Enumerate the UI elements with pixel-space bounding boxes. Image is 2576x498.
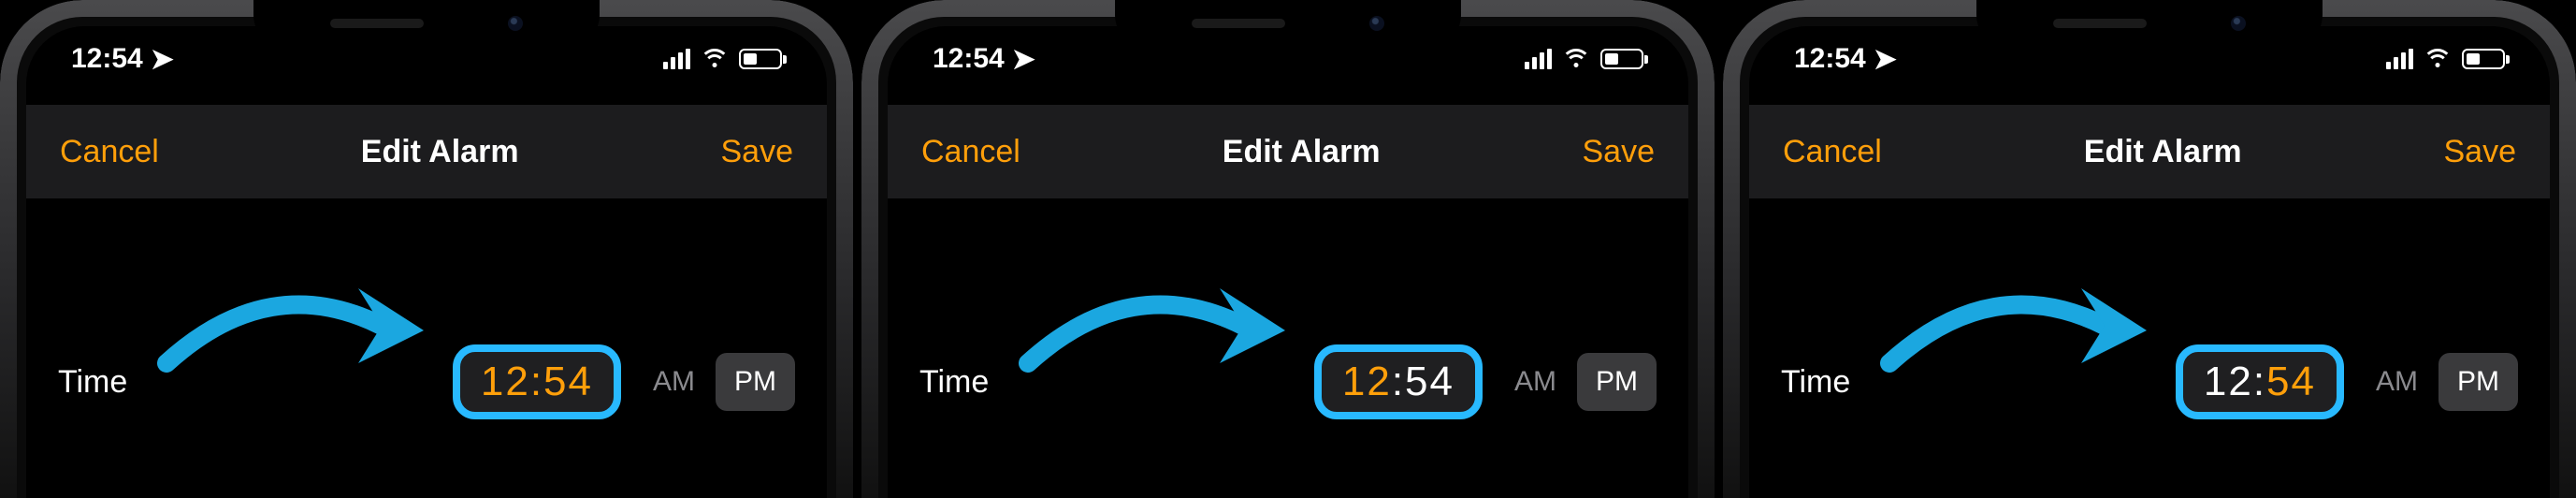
status-left: 12:54 ➤ [933,43,1035,76]
status-right [663,49,782,69]
wifi-icon [1563,49,1589,69]
front-camera [1369,16,1384,31]
save-button[interactable]: Save [1583,134,1656,170]
time-colon: : [1392,361,1405,403]
save-button[interactable]: Save [721,134,794,170]
cancel-button[interactable]: Cancel [1783,134,1882,170]
time-hour[interactable]: 12 [2204,361,2253,403]
time-row: Time 12:54 AM PM [1749,344,2550,419]
notch [1976,0,2323,47]
phone-frame: 12:54 ➤ Cancel Edit Alarm Save Time 12:5… [1723,0,2576,498]
cellular-signal-icon [663,49,690,69]
save-button[interactable]: Save [2444,134,2517,170]
time-picker-field[interactable]: 12:54 [1314,344,1483,419]
front-camera [508,16,523,31]
status-time: 12:54 [1794,43,1866,75]
time-minute[interactable]: 54 [2266,361,2316,403]
status-right [2386,49,2505,69]
notch [253,0,600,47]
nav-bar: Cancel Edit Alarm Save [1749,105,2550,198]
time-label: Time [1781,364,1850,401]
notch [1115,0,1461,47]
cellular-signal-icon [2386,49,2413,69]
pm-option[interactable]: PM [1577,353,1657,411]
status-time: 12:54 [71,43,143,75]
screen: 12:54 ➤ Cancel Edit Alarm Save Time 12:5… [888,26,1688,498]
page-title: Edit Alarm [361,134,519,170]
time-label: Time [919,364,989,401]
status-left: 12:54 ➤ [1794,43,1897,76]
phone-frame: 12:54 ➤ Cancel Edit Alarm Save Time 12:5… [861,0,1715,498]
time-hour[interactable]: 12 [1342,361,1392,403]
am-option[interactable]: AM [640,353,708,411]
earpiece-speaker [1192,19,1285,28]
cellular-signal-icon [1525,49,1552,69]
front-camera [2231,16,2246,31]
ampm-toggle[interactable]: AM PM [1501,353,1657,411]
time-hour[interactable]: 12 [481,361,530,403]
time-row: Time 12:54 AM PM [888,344,1688,419]
screen: 12:54 ➤ Cancel Edit Alarm Save Time 12:5… [1749,26,2550,498]
ampm-toggle[interactable]: AM PM [640,353,795,411]
pm-option[interactable]: PM [716,353,795,411]
time-colon: : [2253,361,2266,403]
page-title: Edit Alarm [1223,134,1381,170]
time-label: Time [58,364,127,401]
location-services-icon: ➤ [151,43,174,76]
cancel-button[interactable]: Cancel [60,134,159,170]
status-right [1525,49,1643,69]
pm-option[interactable]: PM [2439,353,2518,411]
location-services-icon: ➤ [1874,43,1897,76]
time-minute[interactable]: 54 [1405,361,1454,403]
battery-icon [2462,49,2505,69]
time-picker-field[interactable]: 12:54 [453,344,621,419]
battery-icon [1600,49,1643,69]
earpiece-speaker [2053,19,2147,28]
nav-bar: Cancel Edit Alarm Save [888,105,1688,198]
am-option[interactable]: AM [1501,353,1570,411]
time-colon: : [530,361,543,403]
time-minute[interactable]: 54 [543,361,593,403]
time-row: Time 12:54 AM PM [26,344,827,419]
phone-frame: 12:54 ➤ Cancel Edit Alarm Save Time 12:5… [0,0,853,498]
ampm-toggle[interactable]: AM PM [2363,353,2518,411]
screen: 12:54 ➤ Cancel Edit Alarm Save Time 12:5… [26,26,827,498]
location-services-icon: ➤ [1012,43,1035,76]
status-left: 12:54 ➤ [71,43,174,76]
wifi-icon [702,49,728,69]
wifi-icon [2424,49,2451,69]
earpiece-speaker [330,19,424,28]
time-picker-field[interactable]: 12:54 [2176,344,2344,419]
page-title: Edit Alarm [2084,134,2242,170]
am-option[interactable]: AM [2363,353,2431,411]
cancel-button[interactable]: Cancel [921,134,1020,170]
status-time: 12:54 [933,43,1005,75]
battery-icon [739,49,782,69]
nav-bar: Cancel Edit Alarm Save [26,105,827,198]
